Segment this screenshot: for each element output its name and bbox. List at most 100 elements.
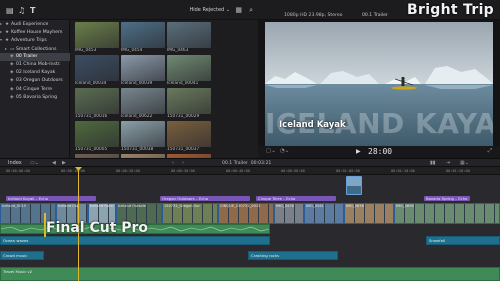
clip-caption: Iceland_00041 [167,81,199,86]
fullscreen-icon[interactable]: ⤢ [488,148,492,155]
library-list: ▸ ★ Audi Experience ▸ ★ Koffee House Mayhem … [0,20,70,102]
clip-thumbnail [75,88,119,114]
browser-clip[interactable]: Iceland_00622 [121,88,165,120]
audio-clip-ocean-waves[interactable]: Ocean waves [0,236,270,245]
viewer-controls: ▢⌄ ◔⌄ ▶ 28:00 ⤢ [258,146,500,158]
clip-browser: Hide Rejected ⌄ ▦ ⌕ IMG_0453 IMG_0454 IMG_… [71,0,258,185]
sidebar-item-smart-collections[interactable]: ▸ ▭ Smart Collections [0,45,70,53]
index-button[interactable]: Index [8,160,22,166]
tool-select-icon[interactable]: ▭⌄ [30,160,39,166]
ruler-tick-label: 00:00:50:00 [281,169,305,173]
video-clip[interactable]: 150731_Oregon Sur [162,203,218,224]
filter-dropdown[interactable]: Hide Rejected ⌄ [189,7,230,13]
audio-clip-crowd-music[interactable]: Crowd music [0,251,44,260]
title-clip[interactable]: Oregon Outdoors – Echo [160,196,250,201]
sidebar-item-04-cinque[interactable]: ◈ 04 Cinque Terre [0,86,70,94]
video-clip[interactable]: IMG_0478 [274,203,304,224]
browser-clip[interactable]: 150731_00029 [167,88,211,120]
sidebar-item-05-bavaria[interactable]: ◈ 05 Bavaria Spring [0,94,70,102]
browser-clip[interactable]: IMG_0454 [121,22,165,54]
nav-back-icon[interactable]: ‹ [172,160,174,166]
clip-thumbnail [121,121,165,147]
clip-thumbnail [167,22,211,48]
audio-clip-travel-music[interactable]: Travel Music v2 [0,267,500,281]
browser-clip[interactable]: 150731_00005 [75,121,119,153]
library-sidebar: ▤ ♫ T ▸ ★ Audi Experience ▸ ★ Koffee House M… [0,0,70,158]
transform-icon[interactable]: ▢⌄ [266,148,276,154]
viewer: 1080p HD 23.98p, Stereo 00.1 Trailer Bri… [258,0,500,158]
clip-caption: Iceland_00034 [75,81,107,86]
speed-icon[interactable]: ◔⌄ [280,148,289,154]
clip-caption: IMG_0454 [121,48,143,53]
browser-clip[interactable]: IMG_0453 [75,22,119,54]
browser-clip[interactable]: Iceland_00039 [121,55,165,87]
video-clip-label: Iceland Cap [58,204,80,208]
play-button[interactable]: ▶ [356,148,361,155]
search-icon[interactable]: ⌕ [249,6,253,15]
format-label: 1080p HD 23.98p, Stereo [284,13,343,18]
video-clip[interactable]: IMG_0678 [344,203,394,224]
audio-clip-snowfall[interactable]: Snowfall [426,236,500,245]
ruler-tick-label: 00:01:10:00 [391,169,415,173]
browser-clip[interactable]: 150731_00038 [121,121,165,153]
sidebar-item-00-trailer[interactable]: ◈ 00 Trailer [0,52,70,61]
ruler-tick-label: 00:00:10:00 [61,169,85,173]
connected-clip[interactable] [346,176,362,195]
browser-clip[interactable]: Iceland_00034 [75,55,119,87]
film-icon[interactable]: ▤ [6,6,14,15]
timeline: 00:00:00:00 00:00:10:00 00:00:20:00 00:00:3… [0,167,500,281]
video-clip[interactable]: IMG_0890 [394,203,500,224]
sidebar-item-03-oregon[interactable]: ◈ 03 Oregon Outdoors [0,77,70,85]
video-clip-label: Iceland_0015 [2,204,26,208]
timeline-toolbar: Index ▭⌄ ◀ ▶ ‹ › 00.1 Trailer 00:03:21 ▮… [0,158,500,167]
ruler-tick-label: 00:00:40:00 [226,169,250,173]
clip-caption: Iceland_00039 [121,81,153,86]
ruler-tick-label: 00:01:20:00 [446,169,470,173]
sidebar-item-02-iceland[interactable]: ◈ 02 Iceland Kayak [0,69,70,77]
title-clip[interactable]: Iceland Kayak – Echo [6,196,96,201]
connected-clip-thumb [347,177,361,194]
timecode-display: 28:00 [368,147,393,156]
music-icon[interactable]: ♫ [18,6,25,15]
clip-thumbnail [167,88,211,114]
skimming-icon[interactable]: ⇥ [446,160,450,166]
browser-clip[interactable]: Iceland_00041 [167,55,211,87]
browser-clip[interactable]: 150731_00016 [75,88,119,120]
filmstrip-view-icon[interactable]: ▦ [235,6,242,14]
clip-thumbnail [75,55,119,81]
clip-thumbnail [75,22,119,48]
clip-caption: 150731_00038 [121,147,154,152]
nav-forward-icon[interactable]: › [182,160,184,166]
audio-meter-icon[interactable]: ▮▮ [430,160,436,166]
clip-caption: 150731_00029 [167,114,200,119]
sidebar-item-01-china[interactable]: ◈ 01 China Mob-Instr. [0,61,70,69]
title-clip[interactable]: Bavaria Spring – Echo [424,196,470,201]
clip-thumbnail [121,22,165,48]
clip-caption: 150731_00016 [75,114,108,119]
clip-caption: 150731_00005 [75,147,108,152]
sidebar-toolbar: ▤ ♫ T [0,0,70,20]
clip-thumbnail [121,55,165,81]
sidebar-item-audi-experience[interactable]: ▸ ★ Audi Experience [0,20,70,28]
forward-arrow-icon[interactable]: ▶ [62,160,66,166]
audio-clip-crashing-rocks[interactable]: Crashing rocks [248,251,338,260]
clip-caption: 150731_00037 [167,147,200,152]
video-clip[interactable]: IMG_0561 [304,203,344,224]
timeline-ruler[interactable]: 00:00:00:00 00:00:10:00 00:00:20:00 00:00:3… [0,167,500,175]
title-clip[interactable]: Cinque Terre – Echo [256,196,336,201]
browser-clip[interactable]: 150731_00037 [167,121,211,153]
clip-thumbnail [167,55,211,81]
browser-toolbar: Hide Rejected ⌄ ▦ ⌕ [71,0,258,20]
sidebar-item-adventure-trips[interactable]: ▾ ★ Adventure Trips [0,36,70,44]
video-clip[interactable]: CINQUE_150731_0015 [218,203,274,224]
clip-thumbnail [121,88,165,114]
titles-icon[interactable]: T [30,6,35,15]
sidebar-item-koffee-house[interactable]: ▸ ★ Koffee House Mayhem [0,28,70,36]
browser-clip[interactable]: IMG_0463 [167,22,211,54]
clip-caption: IMG_0463 [167,48,189,53]
ruler-tick-label: 00:00:30:00 [171,169,195,173]
back-arrow-icon[interactable]: ◀ [52,160,56,166]
video-clip-label: CINQUE_150731_0015 [220,204,261,208]
brand-watermark: Bright Trip [407,2,494,18]
clip-appearance-icon[interactable]: ▦⌄ [460,160,469,166]
